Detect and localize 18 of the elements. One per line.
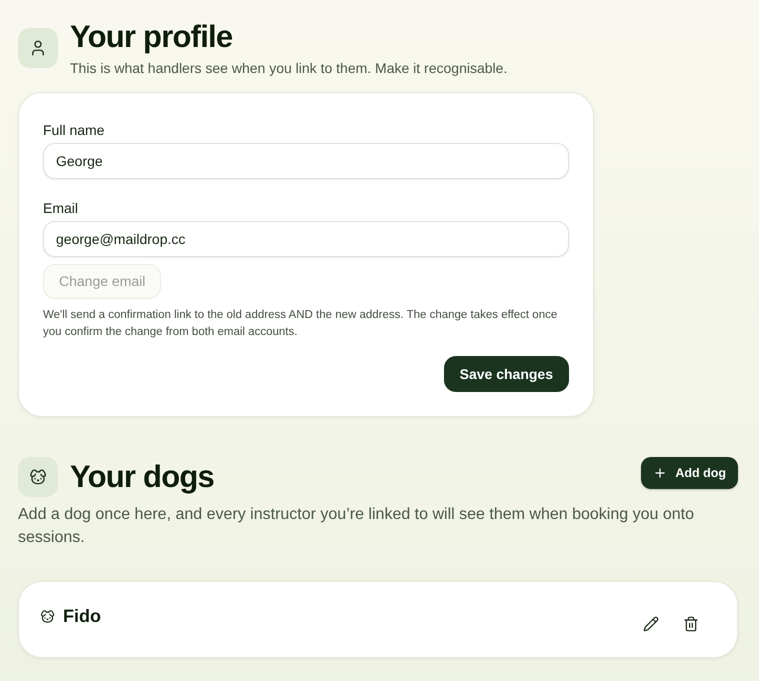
pencil-icon: [643, 616, 659, 632]
add-dog-button[interactable]: Add dog: [641, 457, 738, 489]
help-text: We'll send a confirmation link to the old address AND the new address. The change takes effect once you confirm the change from both email accounts.: [43, 308, 558, 340]
user-icon: [18, 28, 58, 68]
dog-icon: [18, 457, 58, 497]
text-field[interactable]: George: [43, 143, 569, 179]
field-label: Full name: [43, 121, 106, 139]
text-field[interactable]: george@maildrop.cc: [43, 221, 569, 257]
plus-icon: [653, 466, 668, 480]
section-description: Add a dog once here, and every instructor you’re linked to will see them when booking you onto sessions.: [18, 505, 695, 548]
save-changes-button[interactable]: Save changes: [444, 356, 569, 392]
section-title: Your profile: [70, 20, 234, 54]
dog-name: Fido: [63, 605, 101, 628]
dog-icon: [40, 608, 55, 624]
section-subtitle: This is what handlers see when you link to them. Make it recognisable.: [70, 59, 508, 78]
field-label: Email: [43, 199, 80, 217]
section-title: Your dogs: [70, 460, 214, 494]
trash-icon: [683, 616, 699, 632]
